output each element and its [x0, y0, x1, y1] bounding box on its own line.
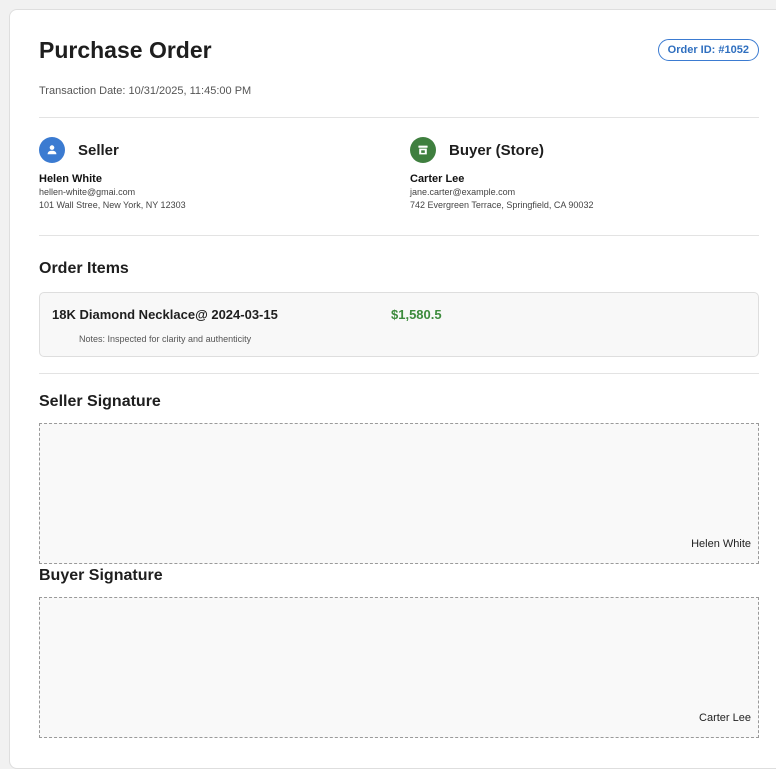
divider: [39, 235, 759, 236]
buyer-name: Carter Lee: [410, 173, 465, 185]
seller-signature-name: Helen White: [691, 538, 751, 550]
seller-header: Seller: [39, 137, 369, 163]
buyer-signature-name: Carter Lee: [699, 712, 751, 724]
seller-address: 101 Wall Stree, New York, NY 12303: [39, 200, 186, 210]
buyer-signature-box[interactable]: Carter Lee: [39, 597, 759, 738]
item-name: 18K Diamond Necklace@ 2024-03-15: [52, 307, 278, 322]
buyer-signature-title: Buyer Signature: [39, 567, 163, 584]
buyer-heading: Buyer (Store): [449, 141, 545, 159]
transaction-date: Transaction Date: 10/31/2025, 11:45:00 P…: [39, 85, 252, 97]
seller-email: hellen-white@gmai.com: [39, 187, 136, 197]
buyer-header: Buyer (Store): [410, 137, 740, 163]
seller-heading: Seller: [78, 141, 119, 159]
order-items-title: Order Items: [39, 260, 129, 277]
page-title: Purchase Order: [39, 37, 212, 63]
divider: [39, 373, 759, 374]
item-notes: Notes: Inspected for clarity and authent…: [79, 334, 252, 344]
seller-signature-title: Seller Signature: [39, 393, 161, 410]
buyer-email: jane.carter@example.com: [410, 187, 516, 197]
buyer-section: Buyer (Store) Carter Lee jane.carter@exa…: [410, 137, 740, 212]
purchase-order-card: Purchase Order Order ID: #1052 Transacti…: [9, 9, 776, 769]
buyer-address: 742 Evergreen Terrace, Springfield, CA 9…: [410, 200, 594, 210]
divider: [39, 117, 759, 118]
seller-signature-box[interactable]: Helen White: [39, 423, 759, 564]
order-id-badge: Order ID: #1052: [657, 39, 759, 61]
order-item: 18K Diamond Necklace@ 2024-03-15 $1,580.…: [39, 292, 759, 357]
store-icon: [410, 137, 436, 163]
seller-name: Helen White: [39, 173, 102, 185]
seller-section: Seller Helen White hellen-white@gmai.com…: [39, 137, 369, 212]
person-icon: [39, 137, 65, 163]
item-price: $1,580.5: [391, 307, 442, 322]
